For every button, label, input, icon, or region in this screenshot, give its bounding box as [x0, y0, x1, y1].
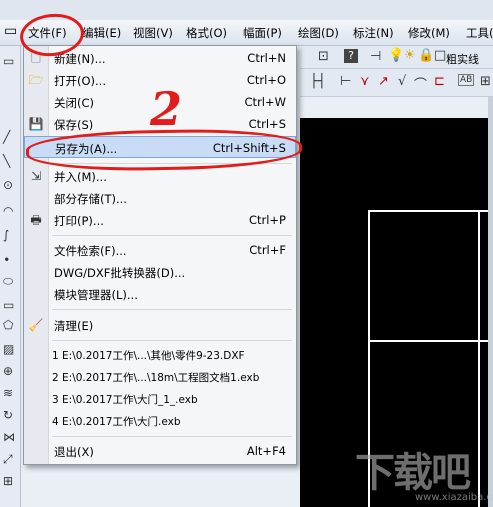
layer-icon[interactable]: ⊡: [318, 49, 329, 64]
toolbar-row-2: ├┤ ⊢ ⋎ ↗ √ ⌒ ⊏ AB ⊞: [300, 69, 493, 97]
trim-icon[interactable]: ⋎: [360, 74, 370, 89]
linetype-box-icon[interactable]: □: [434, 48, 446, 63]
select-icon[interactable]: ▭: [3, 54, 14, 68]
point-icon[interactable]: ∙: [3, 252, 11, 266]
menu-item-label: 打印(P)...: [54, 214, 104, 228]
menu-item-recent-3[interactable]: 3 E:\0.2017工作\大门_1_.exb: [24, 389, 296, 409]
grid-line-middle: [368, 340, 493, 342]
menu-item-shortcut: Ctrl+W: [244, 95, 286, 109]
line-icon[interactable]: ╱: [3, 130, 10, 144]
open-folder-icon: 🗁: [28, 73, 44, 87]
arc-icon[interactable]: ◠: [3, 204, 13, 218]
polyline-icon[interactable]: ╲: [3, 154, 10, 168]
ellipse-icon[interactable]: ⬭: [3, 274, 13, 289]
menu-item-label: 保存(S): [54, 118, 94, 132]
menu-format[interactable]: 格式(O): [186, 25, 227, 41]
linetype-label[interactable]: 粗实线: [446, 51, 479, 67]
annotation-step-number: 2: [150, 82, 183, 136]
menu-separator: [52, 436, 292, 437]
menu-sheet[interactable]: 幅面(P): [243, 25, 282, 41]
help-icon[interactable]: ?: [344, 49, 358, 63]
polygon-icon[interactable]: ⬠: [3, 318, 13, 332]
menu-separator: [52, 309, 292, 310]
chamfer-icon[interactable]: ⊏: [434, 74, 445, 89]
spline-icon[interactable]: ∫: [3, 228, 9, 242]
menu-separator: [52, 340, 292, 341]
more-icon[interactable]: ⊞: [480, 74, 491, 89]
menu-item-partial-save[interactable]: 部分存储(T)...: [24, 188, 296, 208]
menu-item-module-manager[interactable]: 模块管理器(L)...: [24, 284, 296, 304]
menu-item-label: 文件检索(F)...: [54, 244, 127, 258]
menu-item-label: 1 E:\0.2017工作\...\其他\零件9-23.DXF: [52, 350, 245, 362]
toolbar-row-1: ⊡ ? ⊣ 💡 ☀ 🔒 □ 粗实线: [300, 46, 493, 69]
menu-item-shortcut: Ctrl+S: [248, 117, 286, 131]
menu-draw[interactable]: 绘图(D): [298, 25, 339, 41]
offset-icon[interactable]: ≋: [3, 386, 13, 400]
menu-item-label: DWG/DXF批转换器(D)...: [54, 266, 186, 280]
menu-tools[interactable]: 工具(: [466, 25, 493, 41]
menu-item-shortcut: Alt+F4: [246, 444, 286, 458]
left-toolbar: ▭ ╱ ╲ ⊙ ◠ ∫ ∙ ⬭ ▭ ⬠ ▨ ⊕ ≋ ↻ ⋈ ⤢ ⊞: [0, 46, 21, 507]
menu-item-print[interactable]: 🖶 打印(P)... Ctrl+P: [24, 210, 296, 230]
menu-item-recent-4[interactable]: 4 E:\0.2017工作\大门.exb: [24, 411, 296, 431]
save-disk-icon: 💾: [28, 117, 44, 131]
watermark-text: 下载吧: [355, 450, 471, 496]
window-top-strip: [0, 0, 493, 20]
menu-item-shortcut: Ctrl+F: [249, 243, 286, 257]
centerline-icon[interactable]: ⊕: [3, 364, 13, 378]
menu-view[interactable]: 视图(V): [133, 25, 173, 41]
scale-icon[interactable]: ⤢: [3, 452, 13, 467]
menu-item-exit[interactable]: 退出(X) Alt+F4: [24, 441, 296, 461]
pan-icon[interactable]: ⊣: [370, 49, 381, 64]
menu-item-shortcut: Ctrl+P: [248, 213, 286, 227]
menu-item-file-search[interactable]: 文件检索(F)... Ctrl+F: [24, 240, 296, 260]
menu-separator: [52, 235, 292, 236]
menu-item-label: 模块管理器(L)...: [54, 288, 138, 302]
printer-icon: 🖶: [30, 213, 42, 227]
menu-item-label: 关闭(C): [54, 96, 95, 110]
rectangle-icon[interactable]: ▭: [3, 298, 14, 312]
menu-item-recent-1[interactable]: 1 E:\0.2017工作\...\其他\零件9-23.DXF: [24, 345, 296, 365]
bulb-icon[interactable]: 💡: [388, 48, 404, 63]
align-icon[interactable]: ⊢: [340, 74, 351, 89]
extend-icon[interactable]: ↗: [378, 74, 389, 89]
menu-item-label: 打开(O)...: [54, 74, 106, 88]
menu-item-label: 退出(X): [54, 445, 94, 459]
array-icon[interactable]: ⊞: [3, 474, 13, 488]
merge-icon: ⇲: [30, 169, 42, 183]
menu-item-label: 并入(M)...: [54, 170, 107, 184]
menu-item-label: 部分存储(T)...: [54, 192, 127, 206]
rotate-icon[interactable]: ↻: [3, 408, 13, 422]
watermark-url: www.xiazaiba.com: [415, 492, 493, 503]
lock-icon[interactable]: 🔒: [418, 48, 434, 63]
menu-dimension[interactable]: 标注(N): [353, 25, 394, 41]
purge-icon: 🧹: [28, 318, 44, 332]
menu-item-shortcut: Ctrl+O: [246, 73, 286, 87]
menu-item-shortcut: Ctrl+N: [247, 51, 286, 65]
text-style-icon[interactable]: AB: [458, 74, 475, 86]
hatch-icon[interactable]: ▨: [3, 342, 14, 356]
angle-icon[interactable]: √: [398, 74, 406, 89]
menu-item-purge[interactable]: 🧹 清理(E): [24, 315, 296, 335]
menu-item-label: 2 E:\0.2017工作\...\18m\工程图文档1.exb: [52, 372, 260, 384]
menu-modify[interactable]: 修改(M): [408, 25, 450, 41]
mirror-icon[interactable]: ⋈: [3, 430, 15, 444]
menu-item-dwg-converter[interactable]: DWG/DXF批转换器(D)...: [24, 262, 296, 282]
curve-icon[interactable]: ⌒: [414, 74, 427, 93]
menu-edit[interactable]: 编辑(E): [82, 25, 121, 41]
menu-item-label: 4 E:\0.2017工作\大门.exb: [52, 416, 181, 428]
grid-line-top: [368, 210, 493, 212]
circle-icon[interactable]: ⊙: [3, 178, 13, 192]
menu-item-recent-2[interactable]: 2 E:\0.2017工作\...\18m\工程图文档1.exb: [24, 367, 296, 387]
watermark-logo: 下载吧 www.xiazaiba.com: [355, 440, 493, 506]
menu-item-label: 3 E:\0.2017工作\大门_1_.exb: [52, 394, 198, 406]
window-icon: ▭: [4, 23, 18, 39]
menu-item-label: 清理(E): [54, 319, 94, 333]
sun-icon[interactable]: ☀: [404, 48, 416, 63]
dimension-icon[interactable]: ├┤: [310, 74, 326, 89]
